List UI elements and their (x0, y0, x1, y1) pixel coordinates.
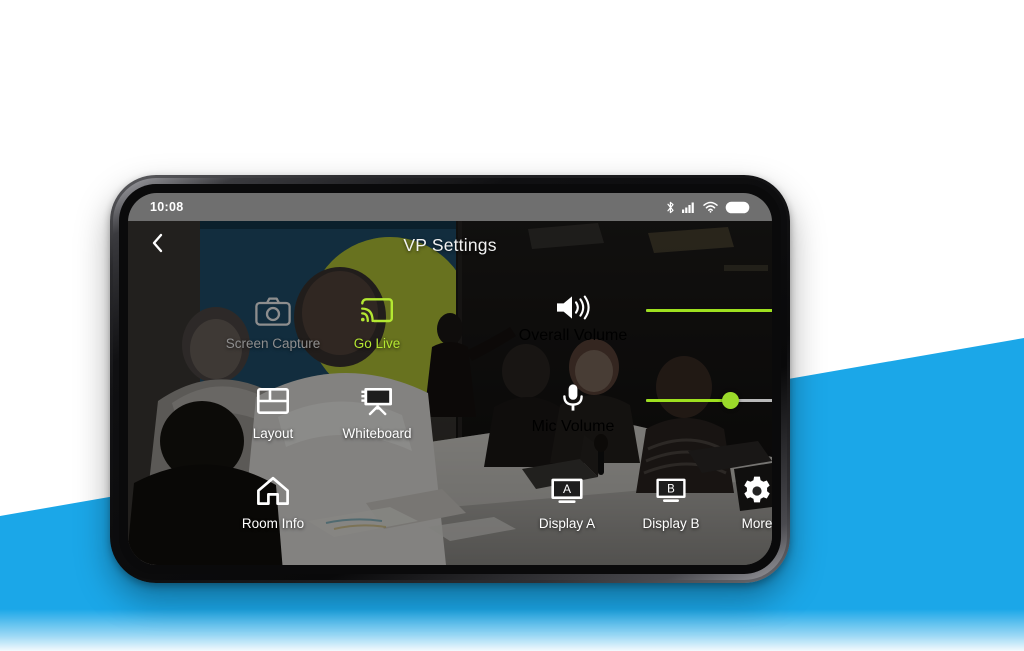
screenshot-root: 10:08 VP Settings Screen Capture Go Live… (0, 0, 1024, 651)
tile-room-info[interactable]: Room Info (214, 473, 332, 531)
svg-text:A: A (563, 482, 571, 496)
overall-volume-track[interactable] (646, 293, 772, 329)
slider-label-block: Mic Volume (514, 383, 632, 436)
phone-device: 10:08 VP Settings Screen Capture Go Live… (110, 175, 790, 583)
monitor-b-icon: B (655, 473, 687, 509)
layout-grid-icon (257, 383, 289, 419)
mic-volume-track[interactable] (646, 383, 772, 419)
monitor-a-icon: A (550, 473, 584, 509)
tile-label: Room Info (241, 516, 305, 531)
slider-knob[interactable] (721, 392, 739, 409)
tile-label: Display B (642, 516, 700, 531)
microphone-icon (561, 383, 585, 418)
tile-label: Go Live (353, 336, 401, 351)
slider-label: Mic Volume (531, 418, 615, 435)
slider-track-fill (646, 309, 772, 312)
wifi-icon (703, 201, 718, 213)
status-bar: 10:08 (128, 193, 772, 221)
home-icon (256, 473, 290, 509)
gear-icon (741, 473, 772, 509)
page-title: VP Settings (403, 234, 497, 255)
tile-screen-capture[interactable]: Screen Capture (214, 293, 332, 351)
cast-icon (360, 293, 394, 329)
phone-screen: 10:08 VP Settings Screen Capture Go Live… (128, 193, 772, 565)
tile-more[interactable]: More (698, 473, 772, 531)
back-button[interactable] (142, 230, 172, 260)
chevron-left-icon (151, 233, 164, 258)
slider-label: Overall Volume (518, 327, 628, 344)
tile-whiteboard[interactable]: Whiteboard (318, 383, 436, 441)
tile-label: Screen Capture (225, 336, 321, 351)
tile-go-live[interactable]: Go Live (318, 293, 436, 351)
tile-label: Whiteboard (342, 426, 412, 441)
tile-label: Display A (538, 516, 596, 531)
svg-text:B: B (667, 483, 675, 495)
tile-label: More (741, 516, 772, 531)
camera-icon (255, 293, 291, 329)
battery-icon (725, 201, 750, 214)
bluetooth-icon (666, 201, 675, 214)
tile-label: Layout (252, 426, 294, 441)
slider-mic-volume[interactable]: Mic Volume (514, 383, 772, 436)
status-bar-icons (666, 201, 750, 214)
cellular-signal-icon (682, 201, 696, 213)
tile-display-a[interactable]: A Display A (508, 473, 626, 531)
vp-settings-screen: VP Settings Screen Capture Go Live Overa… (128, 221, 772, 565)
slider-track-fill (646, 399, 730, 402)
app-header: VP Settings (128, 221, 772, 269)
slider-label-block: Overall Volume (514, 293, 632, 345)
slider-overall-volume[interactable]: Overall Volume (514, 293, 772, 345)
whiteboard-icon (360, 383, 394, 419)
tile-layout[interactable]: Layout (214, 383, 332, 441)
status-bar-time: 10:08 (150, 200, 184, 214)
speaker-icon (554, 293, 592, 327)
